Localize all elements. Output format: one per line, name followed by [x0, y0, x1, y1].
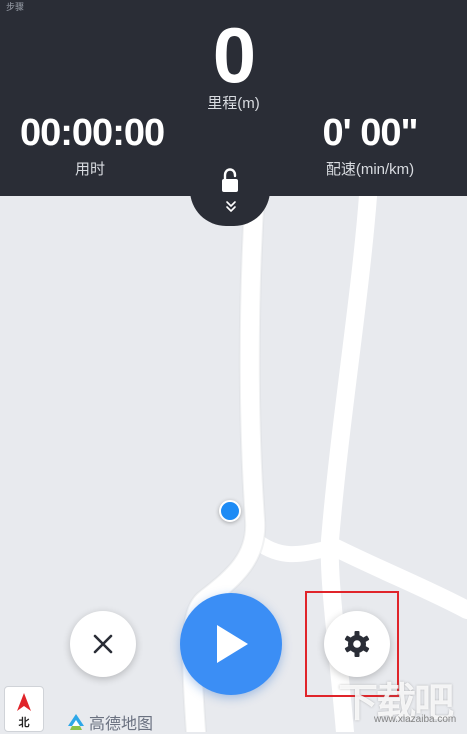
map-logo-text: 高德地图	[89, 716, 154, 733]
map-provider-logo: 高德地图	[66, 712, 154, 733]
watermark-url-text: www.xiazaiba.com	[374, 714, 457, 725]
double-chevron-down-icon[interactable]	[224, 200, 238, 214]
compass-button[interactable]: 北	[4, 686, 44, 732]
close-button[interactable]	[70, 611, 136, 677]
amap-logo-icon	[68, 714, 84, 730]
start-button[interactable]	[180, 593, 282, 695]
watermark: 下载吧 www.xiazaiba.com	[338, 670, 466, 732]
duration-label: 用时	[74, 161, 105, 178]
north-arrow-icon	[17, 693, 31, 711]
pace-label: 配速(min/km)	[325, 161, 415, 178]
compass-label: 北	[18, 717, 30, 729]
duration-value: 00:00:00	[20, 112, 165, 154]
distance-value: 0	[212, 11, 256, 99]
current-location-marker	[219, 500, 241, 522]
stats-panel: 步骤 0 里程(m) 00:00:00 用时 0' 00" 配速(min/km)	[0, 0, 467, 196]
close-icon	[93, 634, 113, 654]
pace-value: 0' 00"	[322, 112, 418, 154]
lock-icon[interactable]	[219, 168, 241, 194]
play-icon	[217, 625, 248, 663]
